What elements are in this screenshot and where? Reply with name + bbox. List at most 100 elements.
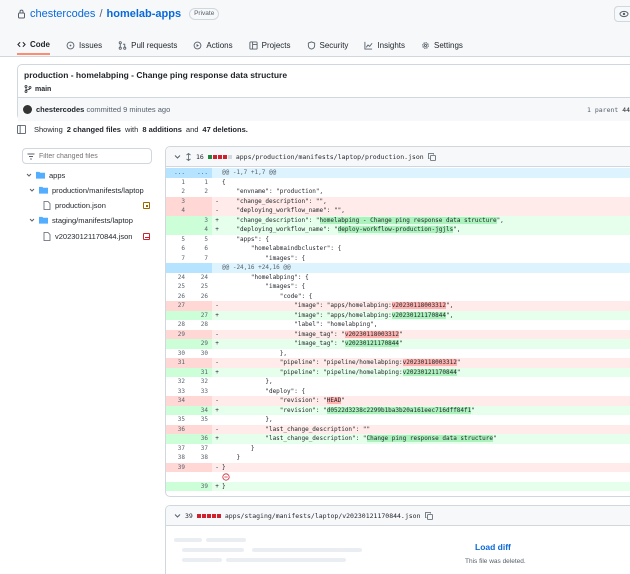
diff-line-ctx: 37 37 } [166,443,630,453]
new-line-number[interactable]: 26 [189,291,212,301]
load-diff-link[interactable]: Load diff [475,542,511,552]
repo-owner-link[interactable]: chestercodes [30,8,95,20]
old-line-number[interactable]: 1 [166,177,189,187]
parent-hash[interactable]: 44e0 [622,106,630,114]
tree-folder-staging[interactable]: staging/manifests/laptop [29,213,133,227]
old-line-number[interactable]: 24 [166,272,189,282]
old-line-number[interactable] [166,225,189,235]
new-line-number[interactable] [189,396,212,406]
new-line-number[interactable]: 32 [189,377,212,387]
old-line-number[interactable] [166,215,189,225]
old-line-number[interactable]: 39 [166,462,189,472]
new-line-number[interactable]: 28 [189,320,212,330]
new-line-number[interactable] [189,472,212,482]
new-line-number[interactable] [189,358,212,368]
old-line-number[interactable]: 28 [166,320,189,330]
new-line-number[interactable]: 37 [189,443,212,453]
tree-file-production[interactable]: production.json [43,198,106,212]
old-line-number[interactable]: 25 [166,282,189,292]
copy-icon[interactable] [424,511,433,520]
new-line-number[interactable]: 2 [189,187,212,197]
tree-folder-production[interactable]: production/manifests/laptop [29,183,144,197]
old-line-number[interactable] [166,263,189,273]
old-line-number[interactable]: 36 [166,424,189,434]
tab-projects[interactable]: Projects [249,35,291,55]
new-line-number[interactable]: 27 [189,310,212,320]
old-line-number[interactable]: ... [166,168,189,178]
new-line-number[interactable] [189,263,212,273]
old-line-number[interactable] [166,481,189,491]
watch-button[interactable] [614,6,630,22]
new-line-number[interactable]: 29 [189,339,212,349]
old-line-number[interactable] [166,405,189,415]
old-line-number[interactable]: 29 [166,329,189,339]
new-line-number[interactable] [189,206,212,216]
old-line-number[interactable] [166,472,189,482]
filter-input[interactable] [39,152,139,160]
sidebar-toggle-icon[interactable] [17,125,26,134]
new-line-number[interactable]: 3 [189,215,212,225]
new-line-number[interactable]: 36 [189,434,212,444]
new-line-number[interactable]: 6 [189,244,212,254]
old-line-number[interactable]: 32 [166,377,189,387]
old-line-number[interactable] [166,339,189,349]
old-line-number[interactable]: 33 [166,386,189,396]
old-line-number[interactable]: 30 [166,348,189,358]
tab-security[interactable]: Security [307,35,348,55]
new-line-number[interactable] [189,301,212,311]
new-line-number[interactable]: 24 [189,272,212,282]
new-line-number[interactable]: ... [189,168,212,178]
old-line-number[interactable] [166,367,189,377]
new-line-number[interactable]: 35 [189,415,212,425]
old-line-number[interactable]: 34 [166,396,189,406]
old-line-number[interactable]: 4 [166,206,189,216]
new-line-number[interactable]: 34 [189,405,212,415]
new-line-number[interactable]: 1 [189,177,212,187]
diff-file-path[interactable]: apps/staging/manifests/laptop/v202301211… [225,512,421,520]
old-line-number[interactable]: 37 [166,443,189,453]
file-filter[interactable] [22,148,152,164]
tab-issues[interactable]: Issues [66,35,102,55]
old-line-number[interactable]: 7 [166,253,189,263]
tab-pull-requests[interactable]: Pull requests [118,35,177,55]
tab-settings[interactable]: Settings [421,35,463,55]
old-line-number[interactable]: 27 [166,301,189,311]
old-line-number[interactable]: 5 [166,234,189,244]
old-line-number[interactable]: 31 [166,358,189,368]
avatar[interactable] [23,105,32,114]
old-line-number[interactable]: 38 [166,453,189,463]
unfold-icon[interactable] [185,152,192,161]
new-line-number[interactable]: 5 [189,234,212,244]
tree-folder-apps[interactable]: apps [26,168,65,182]
old-line-number[interactable] [166,310,189,320]
new-line-number[interactable] [189,462,212,472]
new-line-number[interactable]: 38 [189,453,212,463]
old-line-number[interactable]: 3 [166,196,189,206]
chevron-down-icon[interactable] [174,154,181,160]
new-line-number[interactable] [189,196,212,206]
old-line-number[interactable]: 6 [166,244,189,254]
new-line-number[interactable] [189,424,212,434]
repo-name-link[interactable]: homelab-apps [107,8,182,20]
tree-file-staging[interactable]: v20230121170844.json [43,229,132,243]
old-line-number[interactable]: 2 [166,187,189,197]
new-line-number[interactable] [189,329,212,339]
commit-author[interactable]: chestercodes [36,105,84,114]
old-line-number[interactable] [166,434,189,444]
tab-code[interactable]: Code [17,35,50,55]
chevron-down-icon[interactable] [174,513,181,519]
new-line-number[interactable]: 4 [189,225,212,235]
new-line-number[interactable]: 30 [189,348,212,358]
tab-actions[interactable]: Actions [193,35,233,55]
commit-branch[interactable]: main [24,85,51,93]
new-line-number[interactable]: 25 [189,282,212,292]
new-line-number[interactable]: 31 [189,367,212,377]
new-line-number[interactable]: 7 [189,253,212,263]
new-line-number[interactable]: 39 [189,481,212,491]
old-line-number[interactable]: 35 [166,415,189,425]
tab-insights[interactable]: Insights [364,35,405,55]
old-line-number[interactable]: 26 [166,291,189,301]
new-line-number[interactable]: 33 [189,386,212,396]
copy-icon[interactable] [427,152,436,161]
diff-file-path[interactable]: apps/production/manifests/laptop/product… [236,153,424,161]
